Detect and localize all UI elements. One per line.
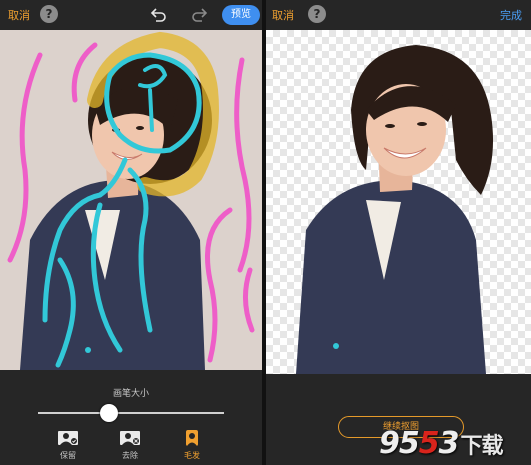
preview-topbar: 取消 ? 完成	[266, 0, 531, 30]
tool-keep-label: 保留	[60, 451, 76, 460]
tool-hair[interactable]: 毛发	[172, 430, 212, 461]
tool-keep[interactable]: 保留	[48, 430, 88, 461]
edit-canvas[interactable]	[0, 30, 262, 370]
preview-bottombar: 继续抠图 9553下载	[266, 374, 531, 465]
hair-brush-icon	[186, 430, 198, 446]
cutout-result	[266, 30, 531, 374]
brush-size-label: 画笔大小	[112, 389, 149, 399]
preview-cancel-button[interactable]: 取消	[272, 7, 294, 23]
watermark-digit-c: 3	[438, 426, 460, 461]
tool-remove-label: 去除	[122, 451, 138, 460]
editor-panel: 取消 ? 预览 画笔大小 保留 去除 毛发	[0, 0, 262, 465]
watermark-digit-b: 5	[418, 426, 440, 461]
help-icon[interactable]: ?	[40, 5, 58, 23]
cutout-subject	[296, 45, 494, 374]
tool-hair-label: 毛发	[184, 451, 200, 460]
watermark-digits-a: 95	[379, 426, 420, 461]
cancel-button[interactable]: 取消	[8, 7, 30, 23]
watermark-tail: 下载	[460, 434, 504, 459]
redo-icon[interactable]	[190, 5, 210, 25]
remove-person-icon	[120, 431, 140, 445]
preview-button[interactable]: 预览	[222, 5, 260, 25]
site-watermark: 9553下载	[379, 426, 504, 461]
preview-panel: 取消 ? 完成 继续抠图 9553下载	[266, 0, 531, 465]
done-button[interactable]: 完成	[500, 7, 522, 23]
brush-size-slider-thumb[interactable]	[99, 404, 118, 422]
keep-person-icon	[58, 431, 78, 445]
tool-remove[interactable]: 去除	[110, 430, 150, 461]
preview-help-icon[interactable]: ?	[308, 5, 326, 23]
brush-toolbar: 画笔大小 保留 去除 毛发	[0, 370, 262, 465]
undo-icon[interactable]	[148, 5, 168, 25]
editor-topbar: 取消 ? 预览	[0, 0, 262, 30]
photo-with-strokes	[0, 30, 262, 370]
brush-size-slider[interactable]	[38, 404, 224, 422]
